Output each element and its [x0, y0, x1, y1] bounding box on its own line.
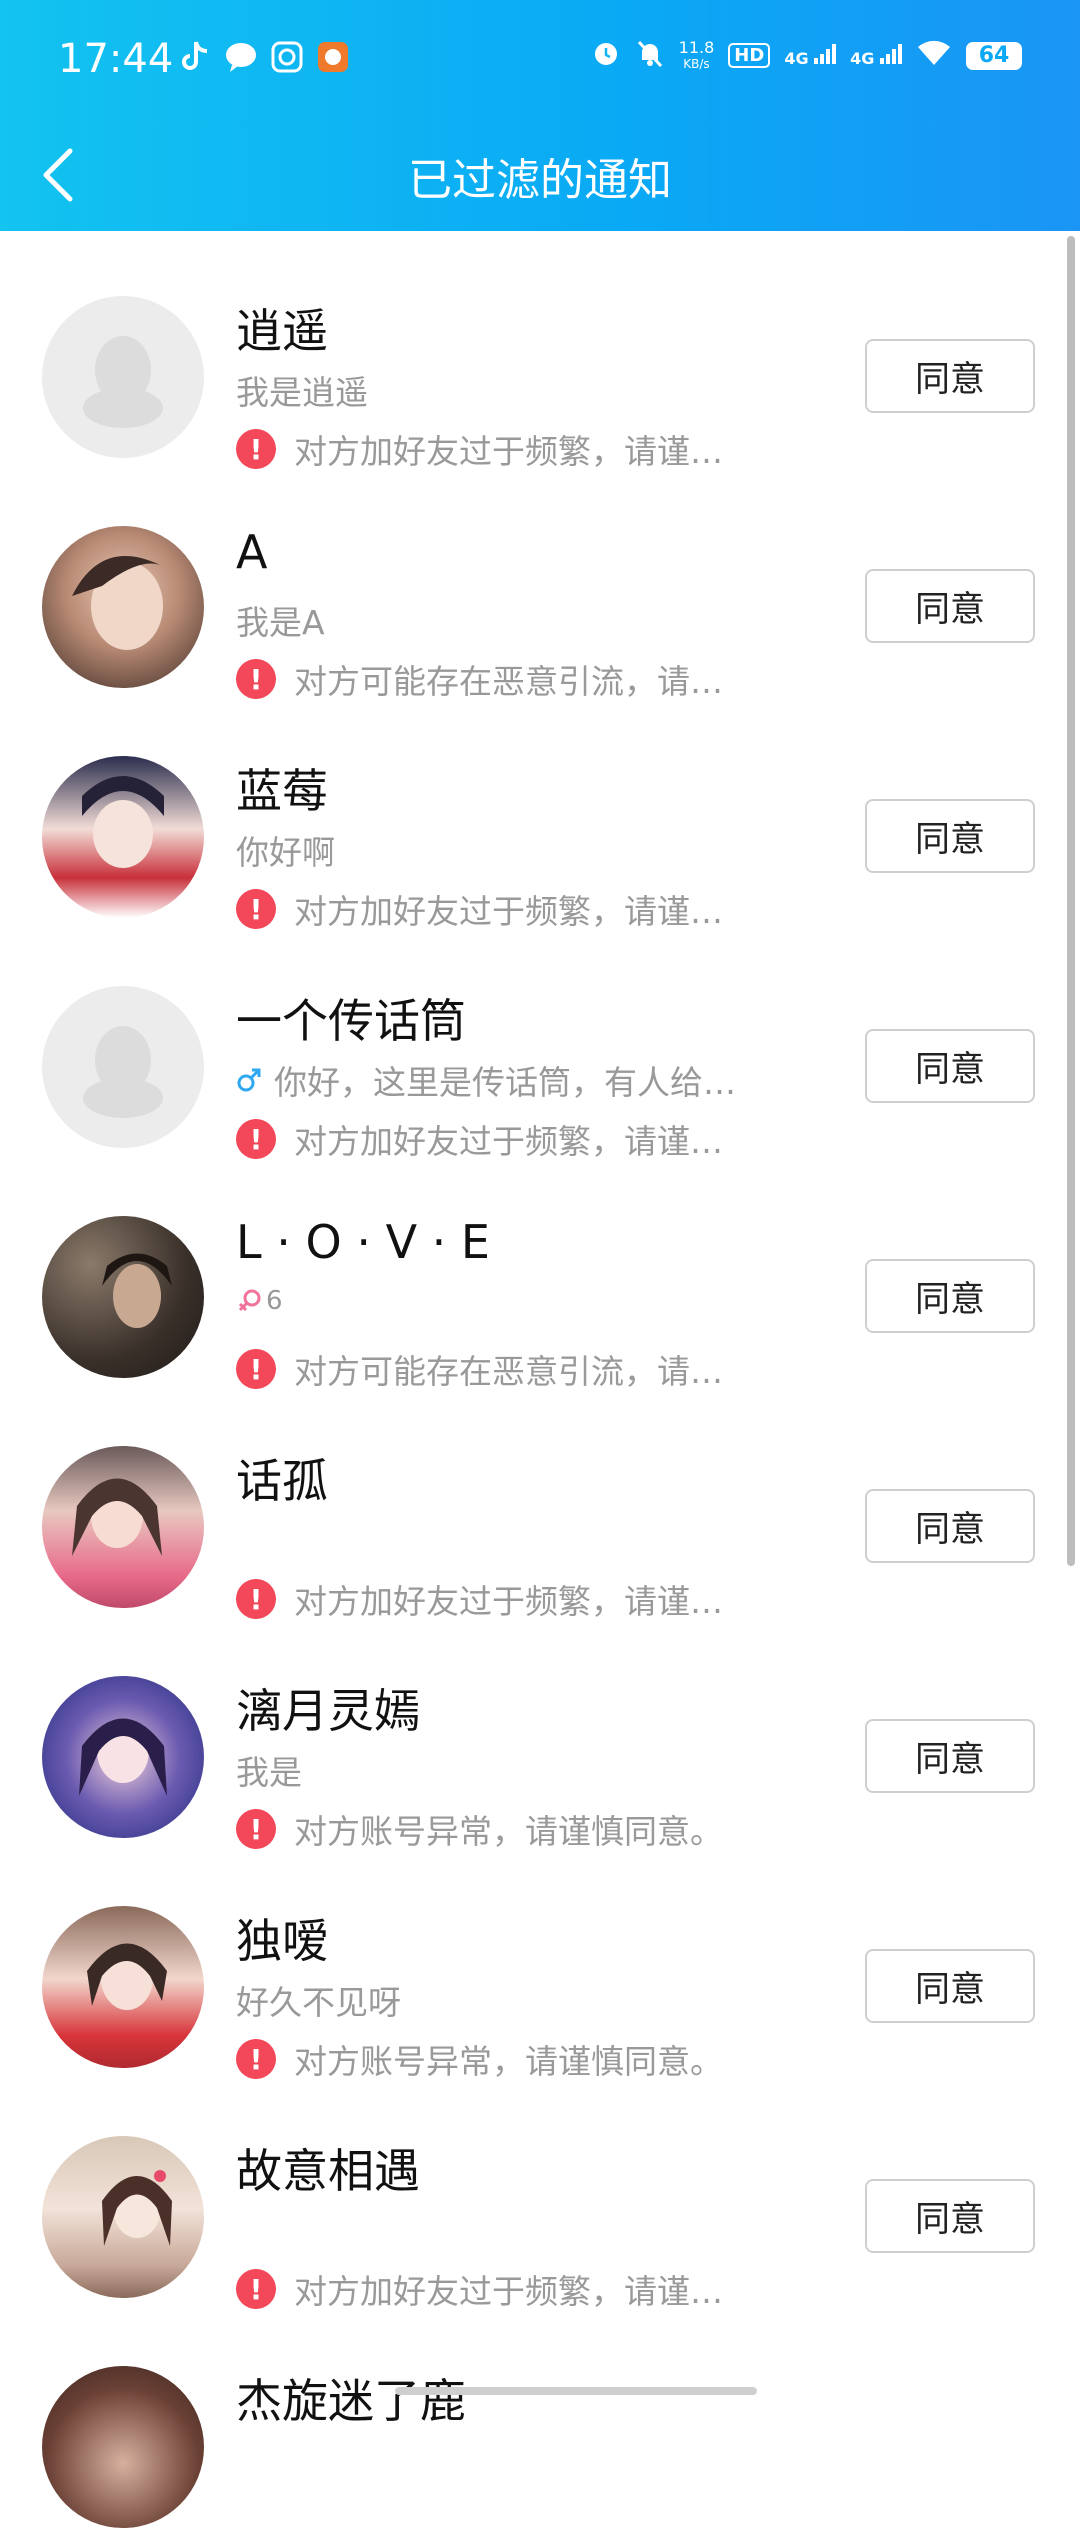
- signal-2: 4G: [850, 43, 902, 68]
- avatar-photo-icon: [102, 2170, 172, 2246]
- camera-app-icon: [270, 40, 304, 74]
- list-item[interactable]: 杰旋迷了鹿: [0, 2301, 1080, 2531]
- avatar-photo-icon: [87, 1943, 167, 2010]
- avatar-photo-icon: [102, 1253, 172, 1328]
- contact-name: 杰旋迷了鹿: [236, 2374, 466, 2428]
- avatar[interactable]: [42, 986, 204, 1148]
- request-message: 你好，这里是传话筒，有人给…: [236, 1056, 736, 1104]
- male-icon: [236, 1067, 262, 1093]
- agree-button[interactable]: 同意: [865, 1949, 1035, 2023]
- age-label: 6: [266, 1286, 283, 1316]
- filtered-notification-list: 逍遥 我是逍遥 ! 对方加好友过于频繁，请谨… 同意 A 我是A ! 对方可能存在恶…: [0, 231, 1080, 2531]
- avatar[interactable]: [42, 2366, 204, 2528]
- chat-bubble-icon: [224, 40, 258, 74]
- list-item[interactable]: 话孤 ! 对方加好友过于频繁，请谨… 同意: [0, 1381, 1080, 1621]
- status-bar: 17:44 11.8 KB/s HD 4G 4G 64: [0, 0, 1080, 120]
- request-message-text: 我是: [236, 1753, 302, 1792]
- list-item[interactable]: 一个传话筒 你好，这里是传话筒，有人给… ! 对方加好友过于频繁，请谨… 同意: [0, 921, 1080, 1161]
- agree-button[interactable]: 同意: [865, 1259, 1035, 1333]
- scrollbar[interactable]: [1067, 236, 1075, 1566]
- alarm-icon: [591, 38, 621, 73]
- contact-name: 逍遥: [236, 304, 328, 358]
- request-message: 我是A: [236, 596, 325, 644]
- default-penguin-icon: [83, 1026, 163, 1118]
- notification-icons: [178, 40, 350, 74]
- nav-bar: 已过滤的通知: [0, 120, 1080, 231]
- status-time: 17:44: [58, 36, 174, 82]
- agree-button[interactable]: 同意: [865, 1029, 1035, 1103]
- app-icon: [316, 40, 350, 74]
- agree-button[interactable]: 同意: [865, 2179, 1035, 2253]
- avatar-photo-icon: [82, 776, 164, 868]
- list-item[interactable]: 逍遥 我是逍遥 ! 对方加好友过于频繁，请谨… 同意: [0, 231, 1080, 471]
- net-speed-unit: KB/s: [683, 56, 710, 71]
- contact-name: 话孤: [236, 1454, 328, 1508]
- avatar[interactable]: [42, 1676, 204, 1838]
- agree-button[interactable]: 同意: [865, 799, 1035, 873]
- list-item[interactable]: 蓝莓 你好啊 ! 对方加好友过于频繁，请谨… 同意: [0, 691, 1080, 931]
- hd-badge: HD: [728, 43, 771, 68]
- avatar[interactable]: [42, 2136, 204, 2298]
- avatar[interactable]: [42, 756, 204, 918]
- battery-indicator: 64: [966, 41, 1022, 70]
- avatar-photo-icon: [72, 556, 163, 650]
- contact-name: 独嗳: [236, 1914, 328, 1968]
- page-title: 已过滤的通知: [408, 155, 672, 206]
- avatar[interactable]: [42, 1446, 204, 1608]
- signal-2-label: 4G: [850, 48, 875, 68]
- default-penguin-icon: [83, 336, 163, 428]
- home-indicator[interactable]: [395, 2387, 757, 2395]
- avatar[interactable]: [42, 1906, 204, 2068]
- wifi-icon: [916, 39, 952, 72]
- net-speed: 11.8 KB/s: [679, 39, 715, 73]
- contact-name: 一个传话筒: [236, 994, 466, 1048]
- agree-button[interactable]: 同意: [865, 1719, 1035, 1793]
- tiktok-icon: [178, 40, 212, 74]
- agree-button[interactable]: 同意: [865, 339, 1035, 413]
- agree-button[interactable]: 同意: [865, 569, 1035, 643]
- signal-1-label: 4G: [784, 48, 809, 68]
- net-speed-value: 11.8: [678, 37, 715, 57]
- request-message-text: 我是逍遥: [236, 373, 368, 412]
- avatar-photo-icon: [79, 1718, 167, 1796]
- request-message-text: 好久不见呀: [236, 1983, 401, 2022]
- status-right: 11.8 KB/s HD 4G 4G 64: [591, 38, 1022, 73]
- signal-1: 4G: [784, 43, 837, 68]
- request-message: 好久不见呀: [236, 1976, 401, 2024]
- avatar-photo-icon: [72, 1478, 162, 1556]
- list-item[interactable]: L · O · V · E 6 ! 对方可能存在恶意引流，请… 同意: [0, 1151, 1080, 1391]
- request-message: 你好啊: [236, 826, 335, 874]
- list-item[interactable]: 漓月灵嫣 我是 ! 对方账号异常，请谨慎同意。 同意: [0, 1611, 1080, 1851]
- contact-name: 漓月灵嫣: [236, 1684, 420, 1738]
- request-message-text: 你好，这里是传话筒，有人给…: [274, 1063, 736, 1102]
- agree-button[interactable]: 同意: [865, 1489, 1035, 1563]
- avatar[interactable]: [42, 296, 204, 458]
- contact-name: A: [236, 525, 268, 579]
- list-item[interactable]: 独嗳 好久不见呀 ! 对方账号异常，请谨慎同意。 同意: [0, 1841, 1080, 2081]
- list-item[interactable]: 故意相遇 ! 对方加好友过于频繁，请谨… 同意: [0, 2071, 1080, 2311]
- request-message-text: 我是A: [236, 603, 325, 642]
- request-message: 我是逍遥: [236, 366, 368, 414]
- contact-name: L · O · V · E: [236, 1215, 490, 1269]
- female-icon: [236, 1288, 262, 1314]
- header: 17:44 11.8 KB/s HD 4G 4G 64 已过滤的通知: [0, 0, 1080, 231]
- contact-name: 蓝莓: [236, 764, 328, 818]
- avatar[interactable]: [42, 1216, 204, 1378]
- request-message: 6: [236, 1286, 283, 1316]
- list-item[interactable]: A 我是A ! 对方可能存在恶意引流，请… 同意: [0, 461, 1080, 701]
- mute-bell-icon: [635, 38, 665, 73]
- request-message: 我是: [236, 1746, 302, 1794]
- avatar[interactable]: [42, 526, 204, 688]
- contact-name: 故意相遇: [236, 2144, 420, 2198]
- request-message-text: 你好啊: [236, 833, 335, 872]
